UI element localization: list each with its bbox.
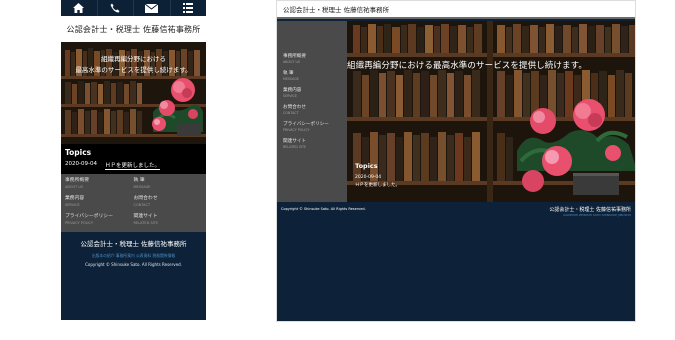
- sidebar-item-privacy[interactable]: プライバシーポリシー PRIVACY POLICY: [283, 122, 347, 133]
- mobile-topics: Topics 2020-09-04 ＨＰを更新しました。: [61, 144, 206, 174]
- topics-title: Topics: [65, 148, 92, 157]
- nav-label: お問合わせ: [133, 196, 158, 201]
- desktop-site-logo[interactable]: 公認会計士・税理士 佐藤信祐事務所: [283, 4, 389, 14]
- footer-office-name: 公認会計士・税理士 佐藤信祐事務所: [80, 240, 187, 248]
- nav-sublabel: CONTACT: [133, 203, 151, 207]
- topics-title: Topics: [355, 162, 378, 170]
- nav-sublabel: MESSAGE: [133, 185, 151, 189]
- mobile-preview: 公認会計士・税理士 佐藤信祐事務所 組織再編分野における 最高水準のサービスを提…: [61, 0, 206, 320]
- footer-copyright: Copyright © Shinsuke Sato. All Rights Re…: [281, 207, 366, 211]
- hero-copy-line-2: 最高水準のサービスを提供し続けます。: [75, 66, 192, 74]
- nav-sublabel: RELATED SITE: [283, 144, 307, 149]
- mobile-hero-copy: 組織再編分野における 最高水準のサービスを提供し続けます。: [61, 54, 206, 76]
- desktop-topics: Topics 2020-09-04 ＨＰを更新しました。: [355, 162, 400, 188]
- nav-label: 関連サイト: [133, 214, 158, 219]
- nav-sublabel: SERVICE: [283, 93, 297, 98]
- menu-icon: [183, 3, 194, 13]
- mail-button[interactable]: [133, 0, 170, 16]
- mobile-nav-grid: 事務所概要 ABOUT US 執 筆 MESSAGE 業務内容 SERVICE お問合…: [61, 174, 206, 232]
- nav-label: 業務内容: [65, 196, 85, 201]
- nav-sublabel: PRIVACY POLICY: [283, 127, 310, 132]
- mobile-footer: 公認会計士・税理士 佐藤信祐事務所 出版本の紹介 事務所案内 公表資料 税務関係…: [61, 232, 206, 267]
- topics-date: 2020-09-04: [65, 161, 97, 167]
- mail-icon: [145, 3, 159, 13]
- nav-sublabel: ABOUT US: [283, 59, 301, 64]
- sidebar-item-contact[interactable]: お問合わせ CONTACT: [283, 105, 347, 116]
- nav-sublabel: RELATED SITE: [133, 221, 159, 225]
- topics-news-link[interactable]: ＨＰを更新しました。: [104, 161, 160, 170]
- desktop-sidebar: 事務所概要 ABOUT US 執 筆 MESSAGE 業務内容 SERVICE お問合…: [277, 21, 347, 202]
- nav-sublabel: PRIVACY POLICY: [65, 221, 94, 225]
- mobile-hero-image: 組織再編分野における 最高水準のサービスを提供し続けます。: [61, 42, 206, 144]
- home-icon: [73, 3, 85, 13]
- footer-links[interactable]: KAIKEISHI ZEIRISHI SATO SHINSUKE JIMUSHO: [563, 213, 631, 217]
- nav-item-service[interactable]: 業務内容 SERVICE: [65, 196, 134, 210]
- nav-sublabel: ABOUT US: [65, 185, 84, 189]
- footer-office-name: 公認会計士・税理士 佐藤信祐事務所: [549, 207, 631, 213]
- mobile-site-logo[interactable]: 公認会計士・税理士 佐藤信祐事務所: [61, 16, 206, 42]
- sidebar-item-message[interactable]: 執 筆 MESSAGE: [283, 71, 347, 82]
- nav-label: 執 筆: [133, 178, 145, 183]
- desktop-header: 公認会計士・税理士 佐藤信祐事務所: [277, 1, 635, 19]
- desktop-hero-copy: 組織再編分野における最高水準のサービスを提供し続けます。: [347, 61, 587, 71]
- nav-item-message[interactable]: 執 筆 MESSAGE: [134, 178, 203, 192]
- nav-label: 関連サイト: [283, 139, 306, 144]
- nav-label: プライバシーポリシー: [65, 214, 113, 219]
- menu-button[interactable]: [169, 0, 207, 16]
- nav-label: お問合わせ: [283, 105, 306, 110]
- nav-item-privacy[interactable]: プライバシーポリシー PRIVACY POLICY: [65, 214, 134, 228]
- nav-label: 執 筆: [283, 71, 294, 76]
- nav-label: 事務所概要: [65, 178, 89, 183]
- footer-links[interactable]: 出版本の紹介 事務所案内 公表資料 税務関係情報: [61, 253, 206, 259]
- nav-label: 事務所概要: [283, 54, 306, 59]
- phone-icon: [110, 3, 120, 13]
- nav-sublabel: CONTACT: [283, 110, 299, 115]
- sidebar-item-about[interactable]: 事務所概要 ABOUT US: [283, 54, 347, 65]
- mobile-topbar: [61, 0, 206, 16]
- hero-copy-line-1: 組織再編分野における: [101, 55, 166, 63]
- topics-news-link[interactable]: ＨＰを更新しました。: [355, 182, 400, 188]
- home-button[interactable]: [61, 0, 97, 16]
- sidebar-item-service[interactable]: 業務内容 SERVICE: [283, 88, 347, 99]
- nav-label: プライバシーポリシー: [283, 122, 329, 127]
- nav-sublabel: SERVICE: [65, 203, 80, 207]
- topics-date: 2020-09-04: [355, 175, 382, 180]
- desktop-hero-image: 組織再編分野における最高水準のサービスを提供し続けます。 Topics 2020…: [347, 21, 635, 202]
- nav-item-about[interactable]: 事務所概要 ABOUT US: [65, 178, 134, 192]
- nav-sublabel: MESSAGE: [283, 76, 300, 81]
- phone-button[interactable]: [96, 0, 134, 16]
- desktop-preview: 公認会計士・税理士 佐藤信祐事務所 事務所概要 ABOUT US 執 筆 MESSA…: [276, 0, 636, 322]
- nav-item-contact[interactable]: お問合わせ CONTACT: [134, 196, 203, 210]
- nav-item-related[interactable]: 関連サイト RELATED SITE: [134, 214, 203, 228]
- footer-copyright: Copyright © Shinsuke Sato. All Rights Re…: [85, 262, 182, 267]
- nav-label: 業務内容: [283, 88, 302, 93]
- sidebar-item-related[interactable]: 関連サイト RELATED SITE: [283, 139, 347, 150]
